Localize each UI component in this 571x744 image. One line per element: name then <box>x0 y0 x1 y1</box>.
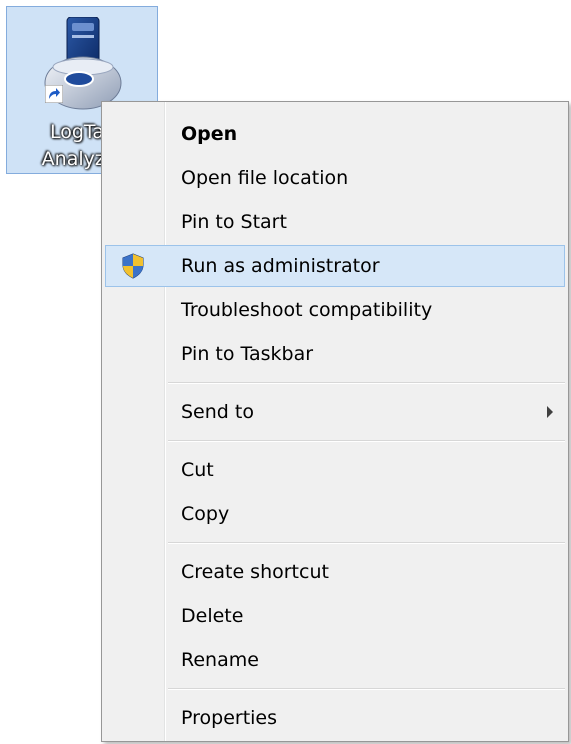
menu-item-label: Open <box>181 123 238 145</box>
menu-item-label: Copy <box>181 503 230 525</box>
menu-item-label: Delete <box>181 605 244 627</box>
menu-separator <box>168 688 565 690</box>
menu-item-label: Open file location <box>181 167 349 189</box>
menu-item-rename[interactable]: Rename <box>105 639 565 681</box>
menu-item-label: Properties <box>181 707 278 729</box>
menu-item-label: Pin to Start <box>181 211 287 233</box>
menu-separator <box>168 542 565 544</box>
menu-item-label: Create shortcut <box>181 561 329 583</box>
submenu-arrow-icon <box>547 406 553 418</box>
menu-item-pin-to-taskbar[interactable]: Pin to Taskbar <box>105 333 565 375</box>
menu-item-label: Send to <box>181 401 254 423</box>
menu-item-label: Troubleshoot compatibility <box>181 299 433 321</box>
menu-item-run-as-administrator[interactable]: Run as administrator <box>105 245 565 287</box>
context-menu: Open Open file location Pin to Start Run… <box>101 101 569 742</box>
menu-item-pin-to-start[interactable]: Pin to Start <box>105 201 565 243</box>
menu-item-label: Cut <box>181 459 214 481</box>
menu-separator <box>168 382 565 384</box>
menu-item-label: Run as administrator <box>181 255 380 277</box>
menu-item-troubleshoot-compatibility[interactable]: Troubleshoot compatibility <box>105 289 565 331</box>
menu-separator <box>168 440 565 442</box>
menu-item-send-to[interactable]: Send to <box>105 391 565 433</box>
menu-item-properties[interactable]: Properties <box>105 697 565 739</box>
menu-item-label: Pin to Taskbar <box>181 343 314 365</box>
menu-item-delete[interactable]: Delete <box>105 595 565 637</box>
menu-item-copy[interactable]: Copy <box>105 493 565 535</box>
menu-item-cut[interactable]: Cut <box>105 449 565 491</box>
shortcut-arrow-icon <box>44 84 64 107</box>
menu-item-create-shortcut[interactable]: Create shortcut <box>105 551 565 593</box>
uac-shield-icon <box>120 253 146 279</box>
menu-item-open-file-location[interactable]: Open file location <box>105 157 565 199</box>
menu-item-label: Rename <box>181 649 259 671</box>
menu-item-open[interactable]: Open <box>105 113 565 155</box>
